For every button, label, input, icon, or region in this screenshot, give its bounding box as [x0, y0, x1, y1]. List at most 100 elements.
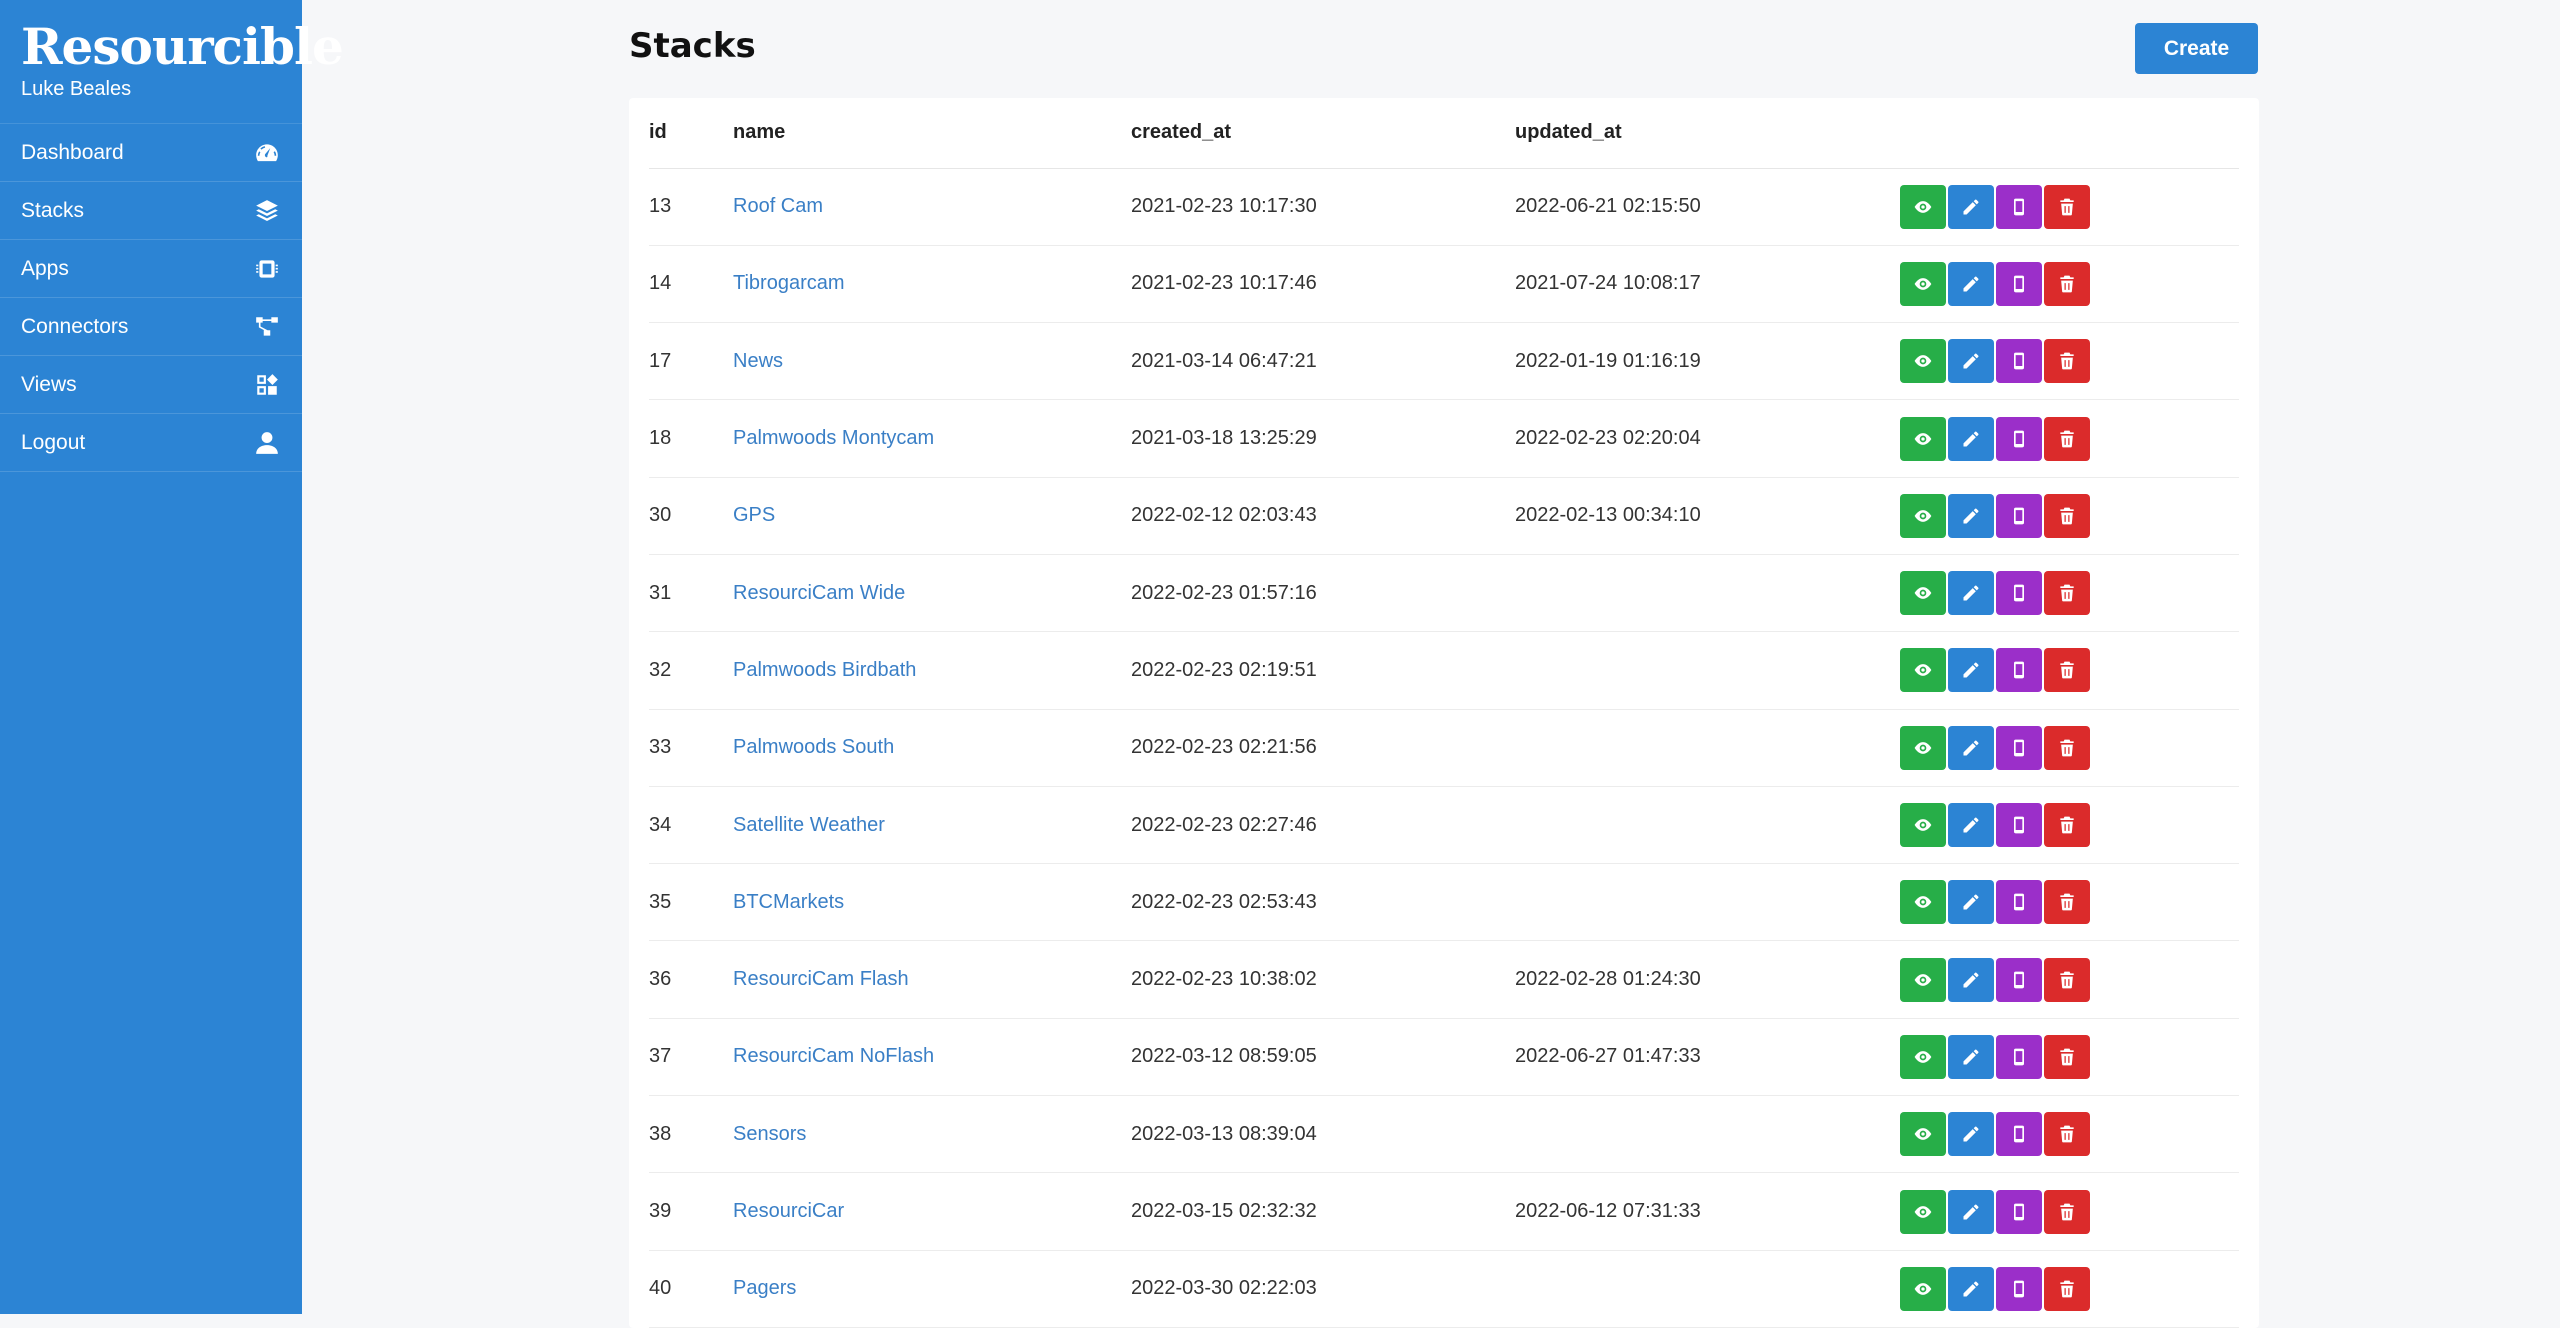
cell-id: 34	[649, 786, 733, 865]
edit-button[interactable]	[1948, 1266, 1994, 1311]
column-header-actions	[1900, 98, 2239, 169]
mobile-preview-button[interactable]	[1996, 184, 2042, 229]
mobile-icon	[2014, 662, 2024, 679]
mobile-preview-button[interactable]	[1996, 1112, 2042, 1157]
delete-button[interactable]	[2044, 1266, 2090, 1311]
sidebar-item-connectors[interactable]: Connectors	[0, 298, 302, 356]
delete-button[interactable]	[2044, 803, 2090, 848]
column-header-id[interactable]: id	[649, 98, 733, 169]
delete-button[interactable]	[2044, 416, 2090, 461]
sidebar-item-stacks[interactable]: Stacks	[0, 182, 302, 240]
cell-name: Sensors	[733, 1095, 1131, 1174]
delete-button[interactable]	[2044, 493, 2090, 538]
eye-icon	[1914, 1205, 1932, 1218]
table-row: 13 Roof Cam 2021-02-23 10:17:30 2022-06-21 …	[649, 168, 2239, 246]
sidebar-item-apps[interactable]: Apps	[0, 240, 302, 298]
view-button[interactable]	[1900, 1189, 1946, 1234]
stack-name-link[interactable]: ResourciCam NoFlash	[733, 1045, 934, 1067]
view-button[interactable]	[1900, 1266, 1946, 1311]
view-button[interactable]	[1900, 261, 1946, 306]
edit-button[interactable]	[1948, 957, 1994, 1002]
view-button[interactable]	[1900, 1034, 1946, 1079]
column-header-updated-at[interactable]: updated_at	[1515, 98, 1900, 169]
delete-button[interactable]	[2044, 261, 2090, 306]
delete-button[interactable]	[2044, 648, 2090, 693]
delete-button[interactable]	[2044, 1112, 2090, 1157]
mobile-preview-button[interactable]	[1996, 493, 2042, 538]
edit-button[interactable]	[1948, 339, 1994, 384]
edit-button[interactable]	[1948, 261, 1994, 306]
mobile-preview-button[interactable]	[1996, 957, 2042, 1002]
mobile-preview-button[interactable]	[1996, 1189, 2042, 1234]
stack-name-link[interactable]: News	[733, 350, 783, 372]
delete-button[interactable]	[2044, 571, 2090, 616]
sidebar-item-logout[interactable]: Logout	[0, 414, 302, 472]
view-button[interactable]	[1900, 957, 1946, 1002]
cell-id: 40	[649, 1250, 733, 1328]
pencil-icon	[1963, 662, 1979, 678]
edit-button[interactable]	[1948, 648, 1994, 693]
cell-name: Tibrogarcam	[733, 245, 1131, 324]
mobile-preview-button[interactable]	[1996, 1034, 2042, 1079]
stack-name-link[interactable]: ResourciCam Flash	[733, 968, 909, 990]
stack-name-link[interactable]: ResourciCar	[733, 1200, 844, 1222]
mobile-preview-button[interactable]	[1996, 1266, 2042, 1311]
edit-button[interactable]	[1948, 1112, 1994, 1157]
delete-button[interactable]	[2044, 339, 2090, 384]
stack-name-link[interactable]: Sensors	[733, 1123, 806, 1145]
mobile-preview-button[interactable]	[1996, 571, 2042, 616]
edit-button[interactable]	[1948, 725, 1994, 770]
edit-button[interactable]	[1948, 184, 1994, 229]
edit-button[interactable]	[1948, 493, 1994, 538]
stack-name-link[interactable]: Tibrogarcam	[733, 272, 845, 294]
view-button[interactable]	[1900, 184, 1946, 229]
view-button[interactable]	[1900, 1112, 1946, 1157]
edit-button[interactable]	[1948, 571, 1994, 616]
mobile-preview-button[interactable]	[1996, 339, 2042, 384]
delete-button[interactable]	[2044, 184, 2090, 229]
edit-button[interactable]	[1948, 1189, 1994, 1234]
view-button[interactable]	[1900, 493, 1946, 538]
view-button[interactable]	[1900, 648, 1946, 693]
stack-name-link[interactable]: Roof Cam	[733, 195, 823, 217]
view-button[interactable]	[1900, 725, 1946, 770]
delete-button[interactable]	[2044, 1034, 2090, 1079]
edit-button[interactable]	[1948, 416, 1994, 461]
table-row: 35 BTCMarkets 2022-02-23 02:53:43	[649, 863, 2239, 942]
cell-updated-at: 2022-06-21 02:15:50	[1515, 168, 1900, 246]
mobile-preview-button[interactable]	[1996, 648, 2042, 693]
sidebar-item-views[interactable]: Views	[0, 356, 302, 414]
column-header-created-at[interactable]: created_at	[1131, 98, 1515, 169]
edit-button[interactable]	[1948, 880, 1994, 925]
cell-updated-at: 2022-06-12 07:31:33	[1515, 1172, 1900, 1251]
delete-button[interactable]	[2044, 957, 2090, 1002]
sidebar-item-dashboard[interactable]: Dashboard	[0, 124, 302, 182]
stack-name-link[interactable]: Satellite Weather	[733, 814, 885, 836]
stack-name-link[interactable]: BTCMarkets	[733, 891, 844, 913]
edit-button[interactable]	[1948, 803, 1994, 848]
stack-name-link[interactable]: Palmwoods South	[733, 736, 894, 758]
view-button[interactable]	[1900, 880, 1946, 925]
mobile-preview-button[interactable]	[1996, 880, 2042, 925]
delete-button[interactable]	[2044, 880, 2090, 925]
mobile-preview-button[interactable]	[1996, 725, 2042, 770]
edit-button[interactable]	[1948, 1034, 1994, 1079]
create-button[interactable]: Create	[2135, 23, 2258, 74]
mobile-preview-button[interactable]	[1996, 416, 2042, 461]
stack-name-link[interactable]: Palmwoods Birdbath	[733, 659, 916, 681]
view-button[interactable]	[1900, 416, 1946, 461]
mobile-preview-button[interactable]	[1996, 803, 2042, 848]
mobile-preview-button[interactable]	[1996, 261, 2042, 306]
view-button[interactable]	[1900, 339, 1946, 384]
stack-name-link[interactable]: Pagers	[733, 1277, 796, 1299]
stack-name-link[interactable]: ResourciCam Wide	[733, 582, 905, 604]
stack-name-link[interactable]: GPS	[733, 504, 775, 526]
stack-name-link[interactable]: Palmwoods Montycam	[733, 427, 934, 449]
table-row: 14 Tibrogarcam 2021-02-23 10:17:46 2021-07-…	[649, 245, 2239, 324]
eye-icon	[1914, 278, 1932, 290]
column-header-name[interactable]: name	[733, 98, 1131, 169]
delete-button[interactable]	[2044, 725, 2090, 770]
delete-button[interactable]	[2044, 1189, 2090, 1234]
view-button[interactable]	[1900, 571, 1946, 616]
view-button[interactable]	[1900, 803, 1946, 848]
